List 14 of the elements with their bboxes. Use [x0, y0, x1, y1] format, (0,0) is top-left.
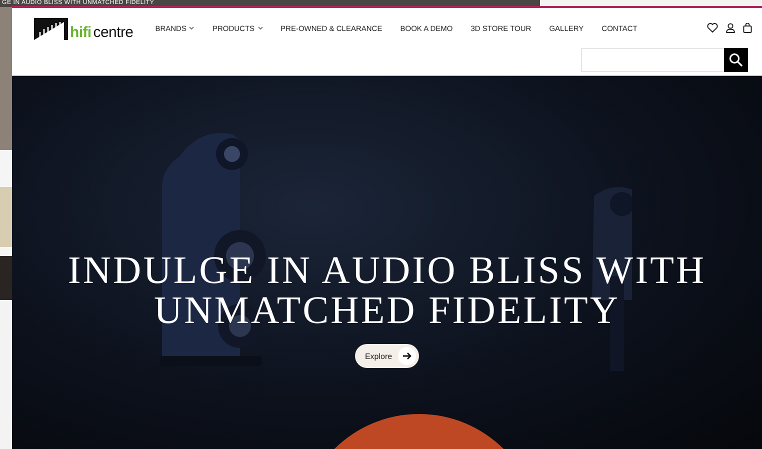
photo-placeholder — [0, 256, 12, 300]
search-icon — [729, 53, 743, 67]
search-field[interactable] — [581, 48, 748, 72]
hero-heading: INDULGE IN AUDIO BLISS WITH UNMATCHED FIDELITY — [66, 251, 708, 331]
explore-button[interactable]: Explore — [354, 344, 420, 368]
heart-icon[interactable] — [707, 23, 718, 33]
user-icon[interactable] — [726, 23, 735, 33]
photo-placeholder — [0, 187, 12, 247]
logo-text: hificentre — [70, 25, 134, 40]
logo[interactable]: hificentre — [34, 18, 134, 40]
arrow-right-icon — [402, 352, 412, 360]
harp-logo-icon — [34, 18, 68, 40]
search-button[interactable] — [724, 48, 748, 72]
shopping-bag-icon[interactable] — [743, 23, 752, 33]
